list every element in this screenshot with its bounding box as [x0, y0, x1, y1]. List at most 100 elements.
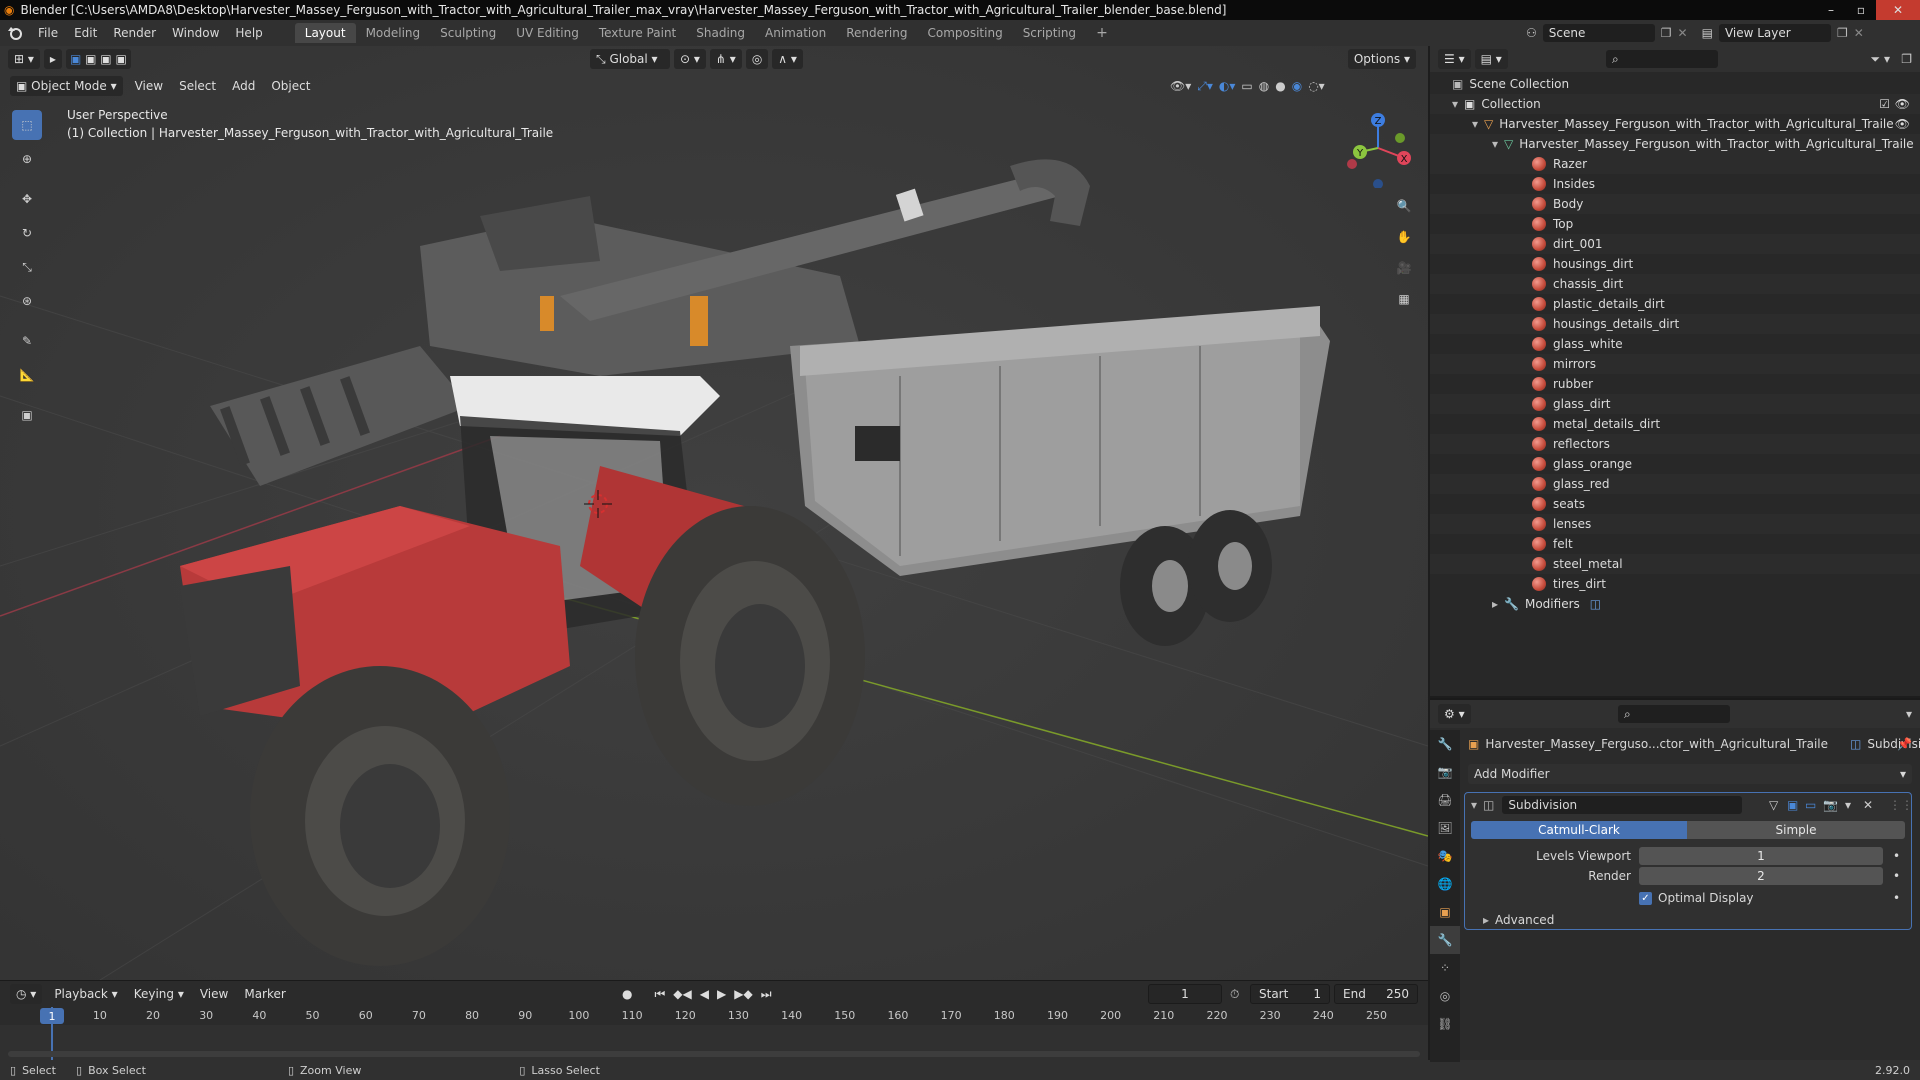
world-tab-icon[interactable]: 🌐 [1430, 870, 1460, 898]
outliner-material-item[interactable]: seats [1430, 494, 1920, 514]
particles-tab-icon[interactable]: ⁘ [1430, 954, 1460, 982]
outliner-material-item[interactable]: steel_metal [1430, 554, 1920, 574]
outliner-material-item[interactable]: rubber [1430, 374, 1920, 394]
keyframe-dot-icon[interactable]: • [1893, 891, 1900, 905]
subtract-selection-icon[interactable]: ▣ [100, 52, 111, 66]
select-box-tool-icon[interactable]: ⬚ [12, 110, 42, 140]
display-mode-icon[interactable]: ▤ ▾ [1474, 49, 1508, 69]
modifier-tab-icon[interactable]: 🔧 [1430, 926, 1460, 954]
solid-shading-icon[interactable]: ● [1275, 79, 1285, 93]
add-workspace-icon[interactable]: + [1086, 22, 1118, 44]
outliner-material-item[interactable]: metal_details_dirt [1430, 414, 1920, 434]
stopwatch-icon[interactable]: ⏱ [1230, 987, 1239, 1002]
end-frame-field[interactable]: End 250 [1334, 984, 1418, 1004]
delete-scene-icon[interactable]: ✕ [1678, 26, 1688, 40]
tab-compositing[interactable]: Compositing [917, 23, 1012, 43]
scale-tool-icon[interactable]: ⤡ [12, 252, 42, 282]
overlays-icon[interactable]: ◐▾ [1219, 79, 1236, 93]
visibility-icon[interactable]: 👁▾ [1170, 79, 1191, 93]
menu-select[interactable]: Select [171, 79, 224, 93]
tab-scripting[interactable]: Scripting [1013, 23, 1086, 43]
physics-tab-icon[interactable]: ◎ [1430, 982, 1460, 1010]
outliner-material-item[interactable]: plastic_details_dirt [1430, 294, 1920, 314]
camera-view-icon[interactable]: 🎥 [1390, 254, 1418, 282]
delete-view-layer-icon[interactable]: ✕ [1854, 26, 1864, 40]
properties-editor-type-icon[interactable]: ⚙ ▾ [1438, 704, 1471, 724]
outliner-modifiers[interactable]: ▸ 🔧 Modifiers ◫ [1430, 594, 1920, 614]
menu-timeline-view[interactable]: View [192, 987, 236, 1001]
pin-icon[interactable]: 📌 [1897, 737, 1912, 751]
jump-start-icon[interactable]: ⏮ [654, 987, 665, 1002]
minimize-button[interactable]: – [1816, 0, 1846, 20]
proportional-edit-icon[interactable]: ◎ [745, 49, 769, 69]
view-layer-selector[interactable]: View Layer [1718, 24, 1831, 42]
outliner-material-item[interactable]: Top [1430, 214, 1920, 234]
falloff-icon[interactable]: ∧ ▾ [772, 49, 803, 69]
outliner-material-item[interactable]: glass_red [1430, 474, 1920, 494]
modifier-name-field[interactable]: Subdivision [1502, 796, 1743, 814]
outliner-material-item[interactable]: glass_white [1430, 334, 1920, 354]
optimal-display-checkbox[interactable]: ✓ [1639, 891, 1652, 905]
move-tool-icon[interactable]: ✥ [12, 184, 42, 214]
annotate-tool-icon[interactable]: ✎ [12, 326, 42, 356]
select-box-modes[interactable]: ▣ ▣ ▣ ▣ [65, 49, 131, 69]
current-frame-field[interactable]: 1 [1148, 984, 1222, 1004]
pivot-point-icon[interactable]: ⊙ ▾ [674, 49, 706, 69]
add-modifier-dropdown[interactable]: Add Modifier ▾ [1468, 764, 1912, 784]
render-levels-field[interactable]: 2 [1639, 867, 1883, 885]
close-button[interactable]: ✕ [1876, 0, 1920, 20]
view-layer-icon[interactable]: ▤ [1702, 26, 1713, 40]
play-reverse-icon[interactable]: ◀ [700, 987, 709, 1001]
rendered-shading-icon[interactable]: ◌▾ [1308, 79, 1325, 93]
properties-options-icon[interactable]: ▾ [1906, 707, 1912, 721]
keyframe-dot-icon[interactable]: • [1893, 849, 1900, 863]
blender-menu-icon[interactable] [0, 25, 30, 41]
modifier-menu-icon[interactable]: ▾ [1845, 798, 1851, 812]
outliner-material-item[interactable]: felt [1430, 534, 1920, 554]
next-keyframe-icon[interactable]: ▶◆ [734, 987, 752, 1001]
material-shading-icon[interactable]: ◉ [1292, 79, 1302, 93]
outliner-material-item[interactable]: glass_dirt [1430, 394, 1920, 414]
set-selection-icon[interactable]: ▣ [70, 52, 81, 66]
outliner-material-item[interactable]: reflectors [1430, 434, 1920, 454]
object-tab-icon[interactable]: ▣ [1430, 898, 1460, 926]
prev-keyframe-icon[interactable]: ◆◀ [673, 987, 691, 1001]
new-collection-icon[interactable]: ❐ [1901, 52, 1912, 66]
record-icon[interactable]: ● [622, 987, 632, 1001]
add-cube-tool-icon[interactable]: ▣ [12, 400, 42, 430]
snap-icon[interactable]: ⋔ ▾ [709, 49, 742, 69]
transform-orientation-dropdown[interactable]: ⤡ Global ▾ [590, 49, 670, 69]
menu-keying[interactable]: Keying ▾ [126, 987, 192, 1001]
cursor-tool-icon[interactable]: ⊕ [12, 144, 42, 174]
collection-visibility-eye-icon[interactable]: 👁 [1895, 97, 1910, 111]
simple-button[interactable]: Simple [1687, 821, 1905, 839]
scene-selector[interactable]: Scene [1542, 24, 1655, 42]
render-toggle-icon[interactable]: 📷 [1823, 798, 1838, 812]
scene-icon[interactable]: ⚇ [1526, 26, 1537, 40]
menu-marker[interactable]: Marker [236, 987, 293, 1001]
menu-window[interactable]: Window [164, 26, 227, 40]
menu-object[interactable]: Object [263, 79, 318, 93]
expand-arrow-icon[interactable]: ▾ [1472, 117, 1478, 131]
outliner-material-item[interactable]: glass_orange [1430, 454, 1920, 474]
3d-viewport[interactable]: Z X Y [0, 46, 1428, 980]
timeline-editor-type-icon[interactable]: ◷ ▾ [10, 984, 43, 1004]
new-view-layer-icon[interactable]: ❐ [1837, 26, 1848, 40]
filter-icon[interactable]: ⏷ ▾ [1871, 52, 1890, 67]
outliner-scene-collection[interactable]: ▣ Scene Collection [1430, 74, 1920, 94]
zoom-icon[interactable]: 🔍 [1390, 192, 1418, 220]
maximize-button[interactable]: ▫ [1846, 0, 1876, 20]
on-cage-toggle-icon[interactable]: ▣ [1787, 798, 1798, 812]
perspective-toggle-icon[interactable]: ▦ [1390, 285, 1418, 313]
tab-rendering[interactable]: Rendering [836, 23, 917, 43]
object-visibility-eye-icon[interactable]: 👁 [1895, 117, 1910, 131]
scene-tab-icon[interactable]: 🎭 [1430, 842, 1460, 870]
outliner-search-input[interactable]: ⌕ [1606, 50, 1718, 68]
expand-arrow-icon[interactable]: ▾ [1452, 97, 1458, 111]
menu-playback[interactable]: Playback ▾ [46, 987, 125, 1001]
levels-viewport-field[interactable]: 1 [1639, 847, 1883, 865]
tab-shading[interactable]: Shading [686, 23, 755, 43]
options-dropdown[interactable]: Options ▾ [1347, 49, 1416, 69]
outliner-material-item[interactable]: dirt_001 [1430, 234, 1920, 254]
select-mode-icon[interactable]: ▸ [43, 49, 62, 69]
